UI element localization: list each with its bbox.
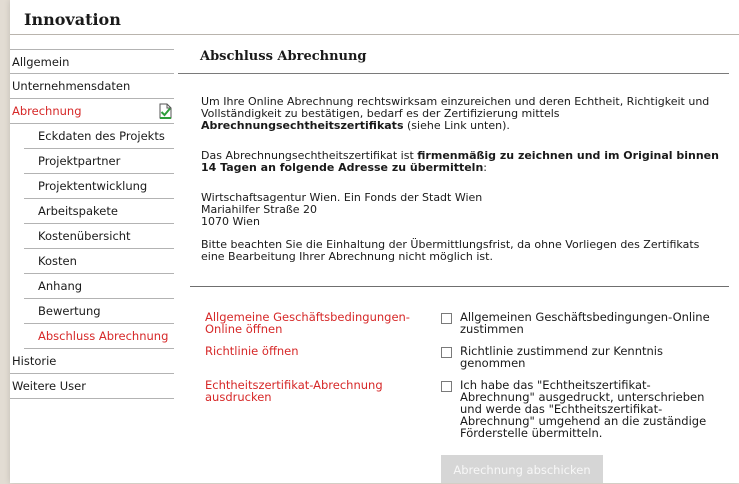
sidebar-item-label: Projektpartner [38, 154, 121, 168]
intro-text: Um Ihre Online Abrechnung rechtswirksam … [201, 95, 710, 120]
deadline-paragraph: Bitte beachten Sie die Einhaltung der Üb… [201, 238, 700, 263]
sidebar-item-label: Abschluss Abrechnung [38, 329, 169, 343]
sidebar-item-projektpartner[interactable]: Projektpartner [24, 149, 174, 174]
header-bar: Innovation [10, 0, 739, 35]
agb-link[interactable]: Allgemeine Geschäftsbedingungen-Online ö… [205, 311, 420, 335]
sidebar-item-arbeitspakete[interactable]: Arbeitspakete [24, 199, 174, 224]
sidebar-item-label: Abrechnung [12, 104, 82, 118]
sidebar-item-label: Anhang [38, 279, 83, 293]
title-divider [178, 73, 729, 74]
sidebar-item-kosten[interactable]: Kosten [24, 249, 174, 274]
richtlinie-checkbox-label: Richtlinie zustimmend zur Kenntnis genom… [460, 344, 663, 370]
zertifikat-checkbox-label: Ich habe das "Echtheitszertifikat-Abrech… [460, 378, 707, 440]
page-title: Abschluss Abrechnung [200, 49, 367, 64]
sidebar-item-label: Unternehmensdaten [12, 79, 131, 93]
richtlinie-consent-row: Richtlinie zustimmend zur Kenntnis genom… [441, 345, 716, 369]
submit-button[interactable]: Abrechnung abschicken [441, 455, 603, 483]
sidebar-item-abschluss-abrechnung[interactable]: Abschluss Abrechnung [24, 324, 174, 349]
zertifikat-consent-row: Ich habe das "Echtheitszertifikat-Abrech… [441, 379, 716, 439]
sidebar-item-label: Kostenübersicht [38, 229, 131, 243]
sidebar-item-label: Projektentwicklung [38, 179, 148, 193]
sidebar-item-label: Historie [12, 354, 57, 368]
sidebar-item-bewertung[interactable]: Bewertung [24, 299, 174, 324]
sidebar-item-label: Bewertung [38, 304, 101, 318]
app-title: Innovation [24, 10, 121, 29]
instruction-paragraph: Das Abrechnungsechtheitszertifikat ist f… [201, 150, 721, 174]
sidebar-item-eckdaten[interactable]: Eckdaten des Projekts [24, 124, 174, 149]
document-check-icon [159, 103, 172, 119]
zertifikat-print-link[interactable]: Echtheitszertifikat-Abrechnung ausdrucke… [205, 379, 420, 403]
sidebar-item-label: Weitere User [12, 379, 86, 393]
sidebar-item-projektentwicklung[interactable]: Projektentwicklung [24, 174, 174, 199]
sidebar-item-unternehmensdaten[interactable]: Unternehmensdaten [10, 74, 174, 99]
sidebar-item-allgemein[interactable]: Allgemein [10, 49, 174, 74]
sidebar-item-label: Kosten [38, 254, 77, 268]
address-block: Wirtschaftsagentur Wien. Ein Fonds der S… [201, 192, 721, 228]
address-line: Mariahilfer Straße 20 [201, 203, 318, 216]
intro-emphasis: Abrechnungsechtheitszertifikats [201, 119, 404, 132]
intro-paragraph: Um Ihre Online Abrechnung rechtswirksam … [201, 96, 721, 132]
sidebar-nav: Allgemein Unternehmensdaten Abrechnung E… [10, 49, 174, 399]
sidebar-item-historie[interactable]: Historie [10, 349, 174, 374]
sidebar-item-anhang[interactable]: Anhang [24, 274, 174, 299]
sidebar-item-label: Arbeitspakete [38, 204, 118, 218]
sidebar-item-weitere-user[interactable]: Weitere User [10, 374, 174, 399]
zertifikat-checkbox[interactable] [441, 381, 452, 392]
richtlinie-link[interactable]: Richtlinie öffnen [205, 345, 420, 357]
richtlinie-checkbox[interactable] [441, 347, 452, 358]
agb-checkbox[interactable] [441, 313, 452, 324]
address-line: 1070 Wien [201, 215, 260, 228]
sidebar-item-label: Allgemein [12, 55, 70, 69]
sidebar-item-abrechnung[interactable]: Abrechnung [10, 99, 174, 124]
section-divider [190, 286, 729, 287]
sidebar-item-label: Eckdaten des Projekts [38, 129, 165, 143]
sidebar-item-kostenuebersicht[interactable]: Kostenübersicht [24, 224, 174, 249]
intro-text-end: (siehe Link unten). [403, 119, 510, 132]
instruction-text-end: : [483, 161, 488, 174]
agb-checkbox-label: Allgemeinen Geschäftsbedingungen-Online … [460, 310, 710, 336]
content-area: Abschluss Abrechnung [200, 49, 739, 69]
agb-consent-row: Allgemeinen Geschäftsbedingungen-Online … [441, 311, 716, 335]
